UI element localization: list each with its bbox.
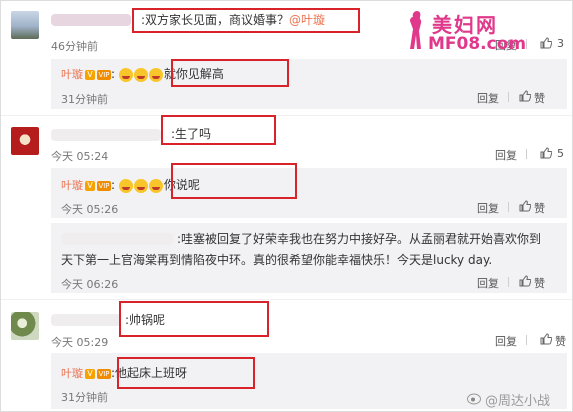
- site-domain: MF08.com: [428, 34, 527, 54]
- avatar[interactable]: [11, 11, 39, 39]
- reply-time: 今天 05:26: [61, 203, 119, 216]
- divider: [526, 335, 527, 345]
- woman-silhouette-icon: [410, 11, 422, 49]
- comment-text-line-2: 天下第一上官海棠再到情陷夜中环。真的很希望你能幸福快乐！今天是lucky day…: [61, 253, 493, 267]
- highlight-box: [161, 115, 276, 145]
- reply-button[interactable]: 回复: [495, 333, 517, 349]
- highlight-box: [171, 59, 289, 87]
- vip-badge-icon: VIP: [97, 368, 111, 379]
- thumbs-up-icon[interactable]: [540, 37, 552, 49]
- comment-feed: :双方家长见面，商议婚事？@叶璇 46分钟前 回复 3 美妇网 MF08.com…: [0, 0, 573, 412]
- avatar[interactable]: [11, 127, 39, 155]
- like-count[interactable]: 5: [557, 147, 564, 160]
- like-label[interactable]: 赞: [555, 333, 566, 349]
- reply-author[interactable]: 叶璇: [61, 179, 83, 192]
- thumbs-up-icon[interactable]: [519, 275, 531, 287]
- divider: [526, 149, 527, 159]
- comment-time: 今天 06:26: [61, 278, 119, 291]
- reply-author[interactable]: 叶璇: [61, 367, 83, 380]
- username-blurred[interactable]: [61, 233, 173, 245]
- highlight-box: [132, 8, 360, 33]
- comment-time: 今天 05:24: [51, 150, 109, 163]
- emoji-icon: [148, 67, 163, 82]
- divider: [508, 202, 509, 212]
- thumbs-up-icon[interactable]: [519, 200, 531, 212]
- verified-icon: V: [85, 368, 95, 379]
- verified-icon: V: [85, 69, 95, 80]
- verified-icon: V: [85, 180, 95, 191]
- vip-badge-icon: VIP: [97, 180, 111, 191]
- reply-time: 31分钟前: [61, 391, 108, 404]
- like-label[interactable]: 赞: [534, 275, 545, 291]
- reply-button[interactable]: 回复: [495, 147, 517, 163]
- reply-button[interactable]: 回复: [477, 90, 499, 106]
- reply-button[interactable]: 回复: [477, 275, 499, 291]
- emoji-icon: [118, 178, 133, 193]
- comment-text-line-1: :哇塞被回复了好荣幸我也在努力中接好孕。从孟丽君就开始喜欢你到: [177, 232, 542, 246]
- highlight-box: [117, 357, 255, 389]
- username-blurred[interactable]: [51, 314, 121, 326]
- highlight-box: [171, 163, 297, 199]
- highlight-box: [119, 301, 269, 337]
- thumbs-up-icon[interactable]: [540, 333, 552, 345]
- emoji-icon: [118, 67, 133, 82]
- username-blurred[interactable]: [51, 14, 131, 26]
- thumbs-up-icon[interactable]: [519, 90, 531, 102]
- like-label[interactable]: 赞: [534, 200, 545, 216]
- reply-time: 31分钟前: [61, 93, 108, 106]
- emoji-icon: [133, 67, 148, 82]
- thumbs-up-icon[interactable]: [540, 147, 552, 159]
- emoji-icon: [148, 178, 163, 193]
- reply-author[interactable]: 叶璇: [61, 68, 83, 81]
- avatar[interactable]: [11, 312, 39, 340]
- divider: [508, 277, 509, 287]
- comment-time: 46分钟前: [51, 40, 98, 53]
- vip-badge-icon: VIP: [97, 69, 111, 80]
- username-blurred[interactable]: [51, 129, 161, 141]
- divider: [508, 92, 509, 102]
- comment-time: 今天 05:29: [51, 336, 109, 349]
- divider: [1, 115, 572, 116]
- like-label[interactable]: 赞: [534, 90, 545, 106]
- like-count[interactable]: 3: [557, 37, 564, 50]
- weibo-logo-icon: [467, 393, 481, 405]
- divider: [1, 299, 572, 300]
- watermark-text: @周达小战: [485, 394, 551, 409]
- divider: [526, 39, 527, 49]
- reply-button[interactable]: 回复: [477, 200, 499, 216]
- emoji-icon: [133, 178, 148, 193]
